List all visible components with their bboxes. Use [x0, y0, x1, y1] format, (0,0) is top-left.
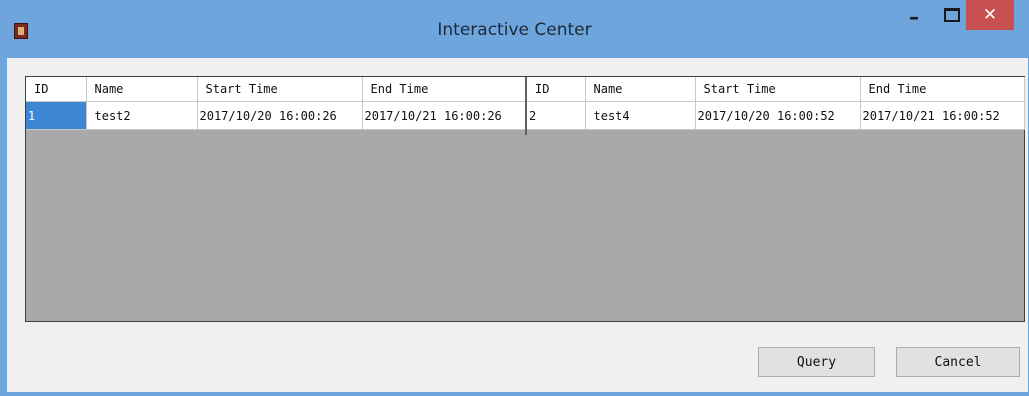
column-header-end-time[interactable]: End Time [860, 77, 1025, 102]
column-header-name[interactable]: Name [585, 77, 696, 102]
table-row[interactable]: 1 test2 2017/10/20 16:00:26 2017/10/21 1… [26, 101, 526, 130]
grid-header-row: ID Name Start Time End Time [527, 77, 1025, 102]
cell-end-time[interactable]: 2017/10/21 16:00:26 [362, 101, 526, 130]
close-icon: ✕ [982, 5, 998, 25]
cell-id[interactable]: 2 [527, 101, 586, 130]
session-grid-left[interactable]: ID Name Start Time End Time 1 test2 2017… [26, 77, 526, 321]
column-header-start-time[interactable]: Start Time [695, 77, 861, 102]
maximize-button[interactable] [938, 0, 966, 30]
cell-name[interactable]: test2 [86, 101, 198, 130]
close-button[interactable]: ✕ [966, 0, 1014, 30]
title-bar[interactable]: Interactive Center – ✕ [0, 0, 1029, 60]
minimize-icon: – [909, 5, 919, 29]
window-title: Interactive Center [437, 20, 592, 40]
query-button[interactable]: Query [758, 347, 875, 377]
grid-container: ID Name Start Time End Time 1 test2 2017… [25, 76, 1025, 322]
client-area: ID Name Start Time End Time 1 test2 2017… [7, 58, 1028, 392]
cell-id[interactable]: 1 [26, 101, 87, 130]
column-header-name[interactable]: Name [86, 77, 198, 102]
grid-header-row: ID Name Start Time End Time [26, 77, 526, 102]
cell-start-time[interactable]: 2017/10/20 16:00:26 [197, 101, 363, 130]
app-window: Interactive Center – ✕ ID Name Start Tim… [0, 0, 1029, 396]
cell-name[interactable]: test4 [585, 101, 696, 130]
maximize-icon [944, 8, 960, 22]
cell-start-time[interactable]: 2017/10/20 16:00:52 [695, 101, 861, 130]
column-header-id[interactable]: ID [26, 77, 87, 102]
column-header-start-time[interactable]: Start Time [197, 77, 363, 102]
minimize-button[interactable]: – [900, 2, 928, 32]
session-grid-right[interactable]: ID Name Start Time End Time 2 test4 2017… [527, 77, 1025, 321]
cancel-button[interactable]: Cancel [896, 347, 1020, 377]
column-header-id[interactable]: ID [527, 77, 586, 102]
table-row[interactable]: 2 test4 2017/10/20 16:00:52 2017/10/21 1… [527, 101, 1025, 130]
cell-end-time[interactable]: 2017/10/21 16:00:52 [860, 101, 1025, 130]
column-header-end-time[interactable]: End Time [362, 77, 526, 102]
